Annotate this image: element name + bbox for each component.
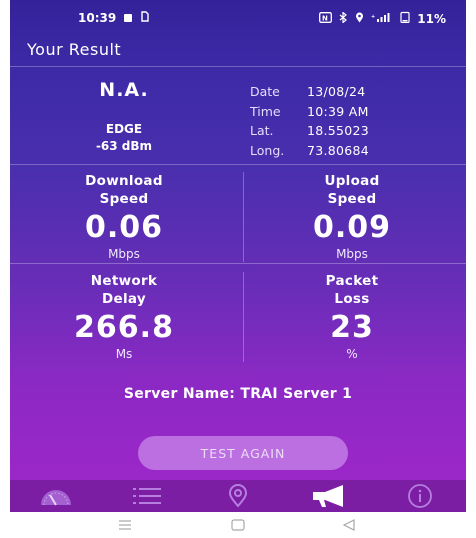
signal-icon: +	[371, 12, 393, 26]
metric-unit: %	[346, 347, 358, 361]
notification-square-icon	[124, 14, 133, 22]
list-icon	[132, 488, 161, 504]
info-row-lat: Lat. 18.55023	[250, 121, 369, 141]
back-triangle-icon	[342, 519, 355, 531]
operator-name: N.A.	[99, 79, 149, 101]
bluetooth-icon	[339, 10, 348, 26]
back-button[interactable]	[337, 517, 361, 533]
download-value: 0.06	[84, 210, 164, 245]
test-again-button[interactable]: TEST AGAIN	[138, 436, 348, 470]
location-pin-icon	[228, 484, 247, 508]
info-value: 10:39 AM	[307, 103, 369, 119]
svg-text:N: N	[322, 14, 328, 22]
signal-strength: -63 dBm	[95, 139, 153, 153]
nfc-icon: N	[319, 11, 333, 26]
result-screen: 10:39 N + 11% Your Result N.A. EDGE -63 …	[10, 0, 466, 512]
location-icon	[355, 12, 364, 26]
page-title: Your Result	[27, 40, 122, 59]
info-icon	[407, 484, 432, 508]
speedometer-icon	[40, 490, 71, 506]
home-button[interactable]	[226, 517, 250, 533]
metric-label: Download	[85, 173, 163, 189]
battery-percent: 11%	[417, 11, 446, 26]
tab-info[interactable]	[374, 480, 465, 512]
tab-speedtest[interactable]	[10, 480, 101, 512]
info-row-date: Date 13/08/24	[250, 82, 369, 102]
megaphone-icon	[312, 485, 343, 507]
info-label: Time	[250, 103, 281, 119]
metric-unit: Mbps	[108, 247, 140, 261]
test-info: Date 13/08/24 Time 10:39 AM Lat. 18.5502…	[250, 82, 369, 160]
technology-type: EDGE	[105, 122, 143, 136]
metric-label: Loss	[334, 291, 370, 307]
status-time: 10:39	[78, 11, 117, 25]
metric-label: Network	[90, 273, 158, 289]
info-value: 13/08/24	[307, 84, 366, 100]
bottom-tab-bar	[10, 480, 466, 512]
metric-label: Delay	[102, 291, 146, 307]
info-row-time: Time 10:39 AM	[250, 102, 369, 122]
technology-block: EDGE -63 dBm	[10, 121, 238, 155]
upload-speed: Upload Speed 0.09 Mbps	[238, 172, 466, 262]
server-name: Server Name: TRAI Server 1	[123, 386, 353, 402]
home-square-icon	[231, 519, 245, 531]
menu-icon	[119, 520, 131, 530]
divider	[10, 263, 466, 264]
tab-history[interactable]	[101, 480, 192, 512]
tab-report[interactable]	[283, 480, 374, 512]
system-nav-bar	[0, 512, 476, 538]
download-speed: Download Speed 0.06 Mbps	[10, 172, 238, 262]
info-row-long: Long. 73.80684	[250, 141, 369, 161]
metric-label: Upload	[324, 173, 380, 189]
metric-label: Speed	[99, 191, 149, 207]
info-label: Date	[250, 84, 280, 100]
metric-label: Speed	[327, 191, 377, 207]
info-value: 73.80684	[307, 142, 370, 158]
upload-value: 0.09	[312, 210, 392, 245]
info-label: Lat.	[250, 123, 274, 139]
tab-map[interactable]	[192, 480, 283, 512]
divider	[10, 164, 466, 165]
network-delay: Network Delay 266.8 Ms	[10, 272, 238, 362]
info-label: Long.	[250, 142, 285, 158]
delay-value: 266.8	[74, 310, 174, 345]
metric-label: Packet	[325, 273, 379, 289]
sim-icon	[140, 11, 150, 25]
metric-unit: Mbps	[336, 247, 368, 261]
battery-icon	[400, 11, 410, 26]
phone-frame: 10:39 N + 11% Your Result N.A. EDGE -63 …	[0, 0, 476, 538]
svg-text:+: +	[371, 14, 375, 20]
packet-loss: Packet Loss 23 %	[238, 272, 466, 362]
info-value: 18.55023	[307, 123, 370, 139]
loss-value: 23	[330, 310, 374, 345]
divider	[10, 66, 466, 67]
recent-apps-button[interactable]	[113, 517, 137, 533]
metric-unit: Ms	[115, 347, 133, 361]
status-bar: 10:39 N + 11%	[10, 0, 466, 34]
